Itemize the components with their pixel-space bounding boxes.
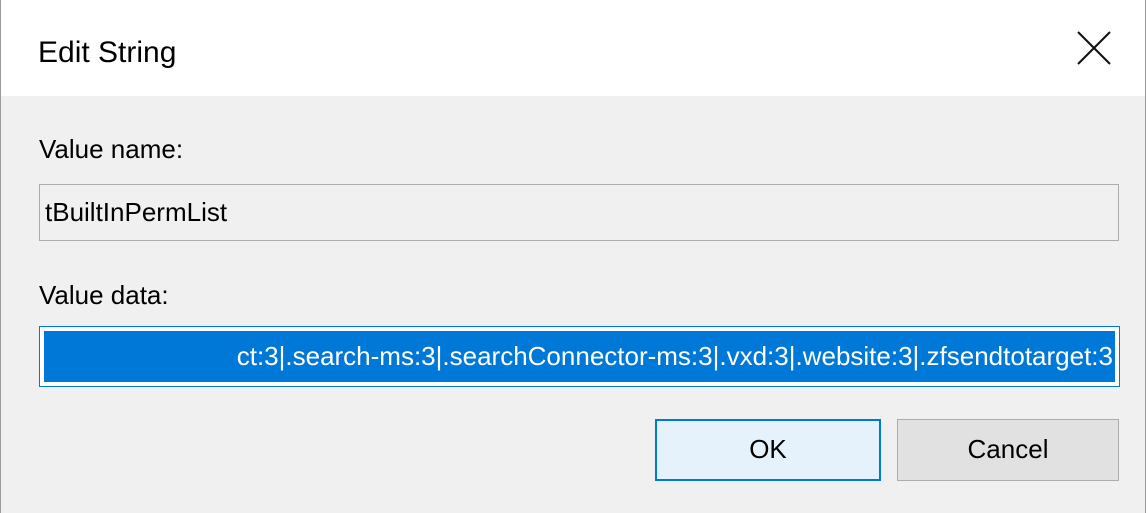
title-bar: Edit String	[1, 0, 1145, 96]
value-data-selection: ct:3|.search-ms:3|.searchConnector-ms:3|…	[44, 331, 1115, 382]
value-data-label: Value data:	[39, 280, 169, 310]
dialog-title: Edit String	[38, 36, 177, 69]
value-name-field[interactable]: tBuiltInPermList	[39, 184, 1119, 241]
close-icon	[1077, 31, 1111, 65]
value-name-text: tBuiltInPermList	[45, 197, 228, 227]
cancel-button[interactable]: Cancel	[897, 419, 1119, 481]
close-button[interactable]	[1045, 0, 1145, 96]
value-data-field[interactable]: ct:3|.search-ms:3|.searchConnector-ms:3|…	[39, 326, 1120, 387]
edit-string-dialog: Edit String Value name: tBuiltInPermList…	[0, 0, 1146, 513]
value-name-label: Value name:	[39, 134, 184, 164]
value-data-text: ct:3|.search-ms:3|.searchConnector-ms:3|…	[236, 341, 1113, 371]
ok-button[interactable]: OK	[655, 419, 881, 481]
